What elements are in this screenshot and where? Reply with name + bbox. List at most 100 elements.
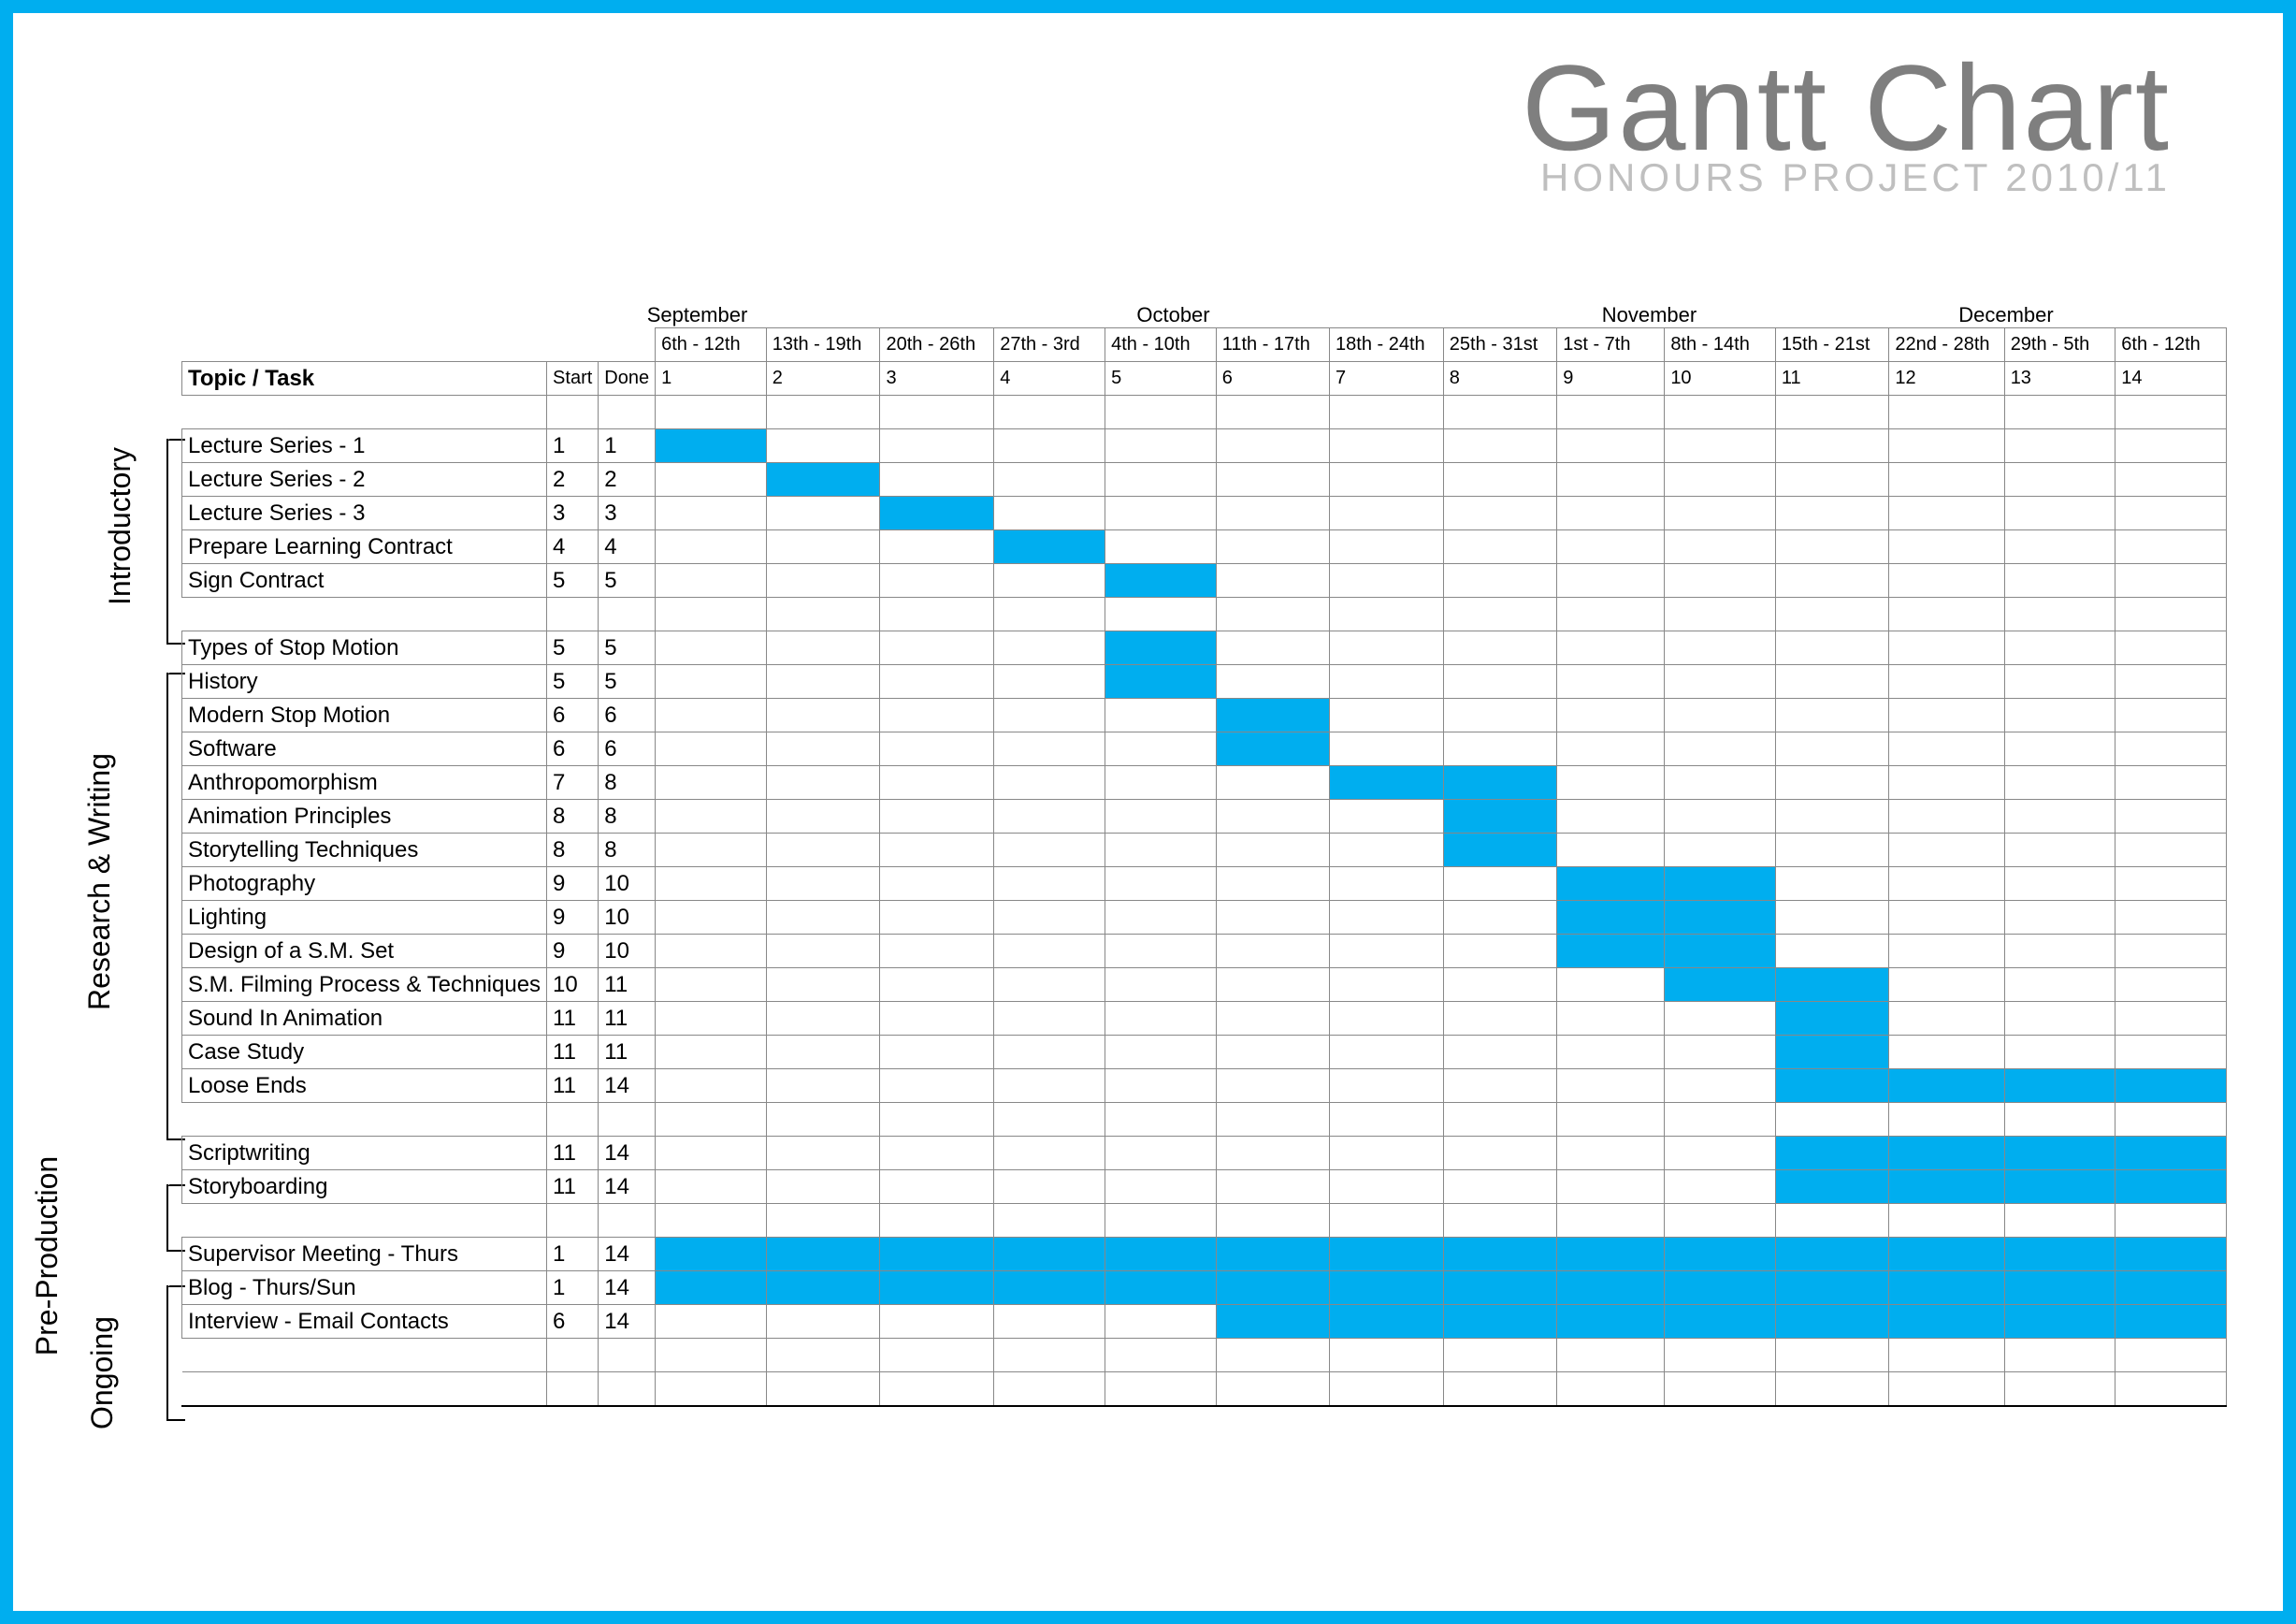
gantt-cell xyxy=(766,1170,880,1204)
gantt-cell xyxy=(1557,1137,1665,1170)
gantt-cell xyxy=(994,497,1105,530)
gantt-cell xyxy=(1105,564,1217,598)
gantt-cell xyxy=(656,1002,767,1036)
gantt-cell xyxy=(656,598,767,631)
task-name: Lecture Series - 1 xyxy=(182,429,547,463)
gantt-cell xyxy=(1330,1036,1444,1069)
gantt-cell xyxy=(656,935,767,968)
gantt-cell xyxy=(656,766,767,800)
gantt-cell xyxy=(1775,800,1888,834)
month-dec: December xyxy=(1887,303,2125,327)
gantt-cell xyxy=(1443,867,1556,901)
gantt-cell xyxy=(766,968,880,1002)
gantt-table: 6th - 12th13th - 19th20th - 26th27th - 3… xyxy=(181,327,2227,1406)
gantt-cell xyxy=(1889,1069,2004,1103)
gantt-cell xyxy=(880,1036,994,1069)
gantt-cell xyxy=(1557,1372,1665,1406)
gantt-cell xyxy=(2004,429,2115,463)
gantt-cell xyxy=(1889,699,2004,732)
gantt-cell xyxy=(1889,598,2004,631)
gantt-cell xyxy=(1443,968,1556,1002)
gantt-cell xyxy=(880,968,994,1002)
gantt-cell xyxy=(1775,766,1888,800)
gantt-cell xyxy=(2115,497,2227,530)
task-done: 8 xyxy=(599,834,656,867)
gantt-cell xyxy=(1105,1271,1217,1305)
task-start: 11 xyxy=(547,1137,599,1170)
gantt-cell xyxy=(766,1271,880,1305)
week-number-cell: 9 xyxy=(1557,362,1665,396)
gantt-cell xyxy=(880,1372,994,1406)
task-row: Lecture Series - 222 xyxy=(182,463,2227,497)
gantt-cell xyxy=(880,935,994,968)
gantt-cell xyxy=(766,1372,880,1406)
task-row: Sign Contract55 xyxy=(182,564,2227,598)
gantt-cell xyxy=(2004,631,2115,665)
gantt-cell xyxy=(2115,699,2227,732)
gantt-cell xyxy=(1557,699,1665,732)
gantt-cell xyxy=(766,901,880,935)
gantt-cell xyxy=(994,1305,1105,1339)
gantt-cell xyxy=(1330,665,1444,699)
gantt-cell xyxy=(994,1137,1105,1170)
gantt-cell xyxy=(1105,631,1217,665)
week-range-cell: 11th - 17th xyxy=(1216,328,1329,362)
gantt-cell xyxy=(1557,800,1665,834)
gantt-cell xyxy=(1330,766,1444,800)
task-row: History55 xyxy=(182,665,2227,699)
gantt-cell xyxy=(1216,800,1329,834)
task-start: 1 xyxy=(547,429,599,463)
gantt-cell xyxy=(1775,396,1888,429)
gantt-cell xyxy=(994,598,1105,631)
bracket-ongoing xyxy=(166,1285,168,1421)
gantt-cell xyxy=(2004,1069,2115,1103)
gantt-cell xyxy=(2115,935,2227,968)
gantt-cell xyxy=(994,1238,1105,1271)
week-number-cell: 10 xyxy=(1665,362,1776,396)
task-done: 11 xyxy=(599,1036,656,1069)
gantt-cell xyxy=(880,800,994,834)
gantt-cell xyxy=(2004,935,2115,968)
gantt-cell xyxy=(1330,463,1444,497)
gantt-cell xyxy=(656,631,767,665)
gantt-cell xyxy=(2004,396,2115,429)
gantt-cell xyxy=(766,396,880,429)
gantt-cell xyxy=(1775,1002,1888,1036)
gantt-cell xyxy=(880,732,994,766)
gantt-cell xyxy=(1330,564,1444,598)
gantt-cell xyxy=(1557,867,1665,901)
gantt-cell xyxy=(656,1204,767,1238)
gantt-cell xyxy=(1557,1069,1665,1103)
task-start: 9 xyxy=(547,867,599,901)
gantt-cell xyxy=(1105,665,1217,699)
gantt-cell xyxy=(1665,867,1776,901)
gantt-cell xyxy=(1775,564,1888,598)
gantt-cell xyxy=(1775,1339,1888,1372)
gantt-cell xyxy=(1216,732,1329,766)
gantt-cell xyxy=(2115,1305,2227,1339)
gantt-cell xyxy=(1330,867,1444,901)
gantt-cell xyxy=(766,1036,880,1069)
gantt-cell xyxy=(656,564,767,598)
gantt-cell xyxy=(1665,1305,1776,1339)
gantt-cell xyxy=(1443,1103,1556,1137)
header-topic: Topic / Task xyxy=(182,362,547,396)
gantt-cell xyxy=(766,935,880,968)
gantt-cell xyxy=(1330,1372,1444,1406)
week-number-cell: 6 xyxy=(1216,362,1329,396)
gantt-cell xyxy=(1557,1305,1665,1339)
task-row: Software66 xyxy=(182,732,2227,766)
gantt-cell xyxy=(880,1002,994,1036)
gantt-cell xyxy=(880,1305,994,1339)
header-start: Start xyxy=(547,362,599,396)
bottom-axis xyxy=(181,1405,2227,1407)
gantt-cell xyxy=(880,598,994,631)
gantt-cell xyxy=(656,1339,767,1372)
week-range-cell: 13th - 19th xyxy=(766,328,880,362)
gantt-cell xyxy=(2004,598,2115,631)
task-done: 5 xyxy=(599,665,656,699)
task-done: 8 xyxy=(599,800,656,834)
gantt-cell xyxy=(1216,968,1329,1002)
task-done: 11 xyxy=(599,968,656,1002)
gantt-cell xyxy=(2004,1137,2115,1170)
